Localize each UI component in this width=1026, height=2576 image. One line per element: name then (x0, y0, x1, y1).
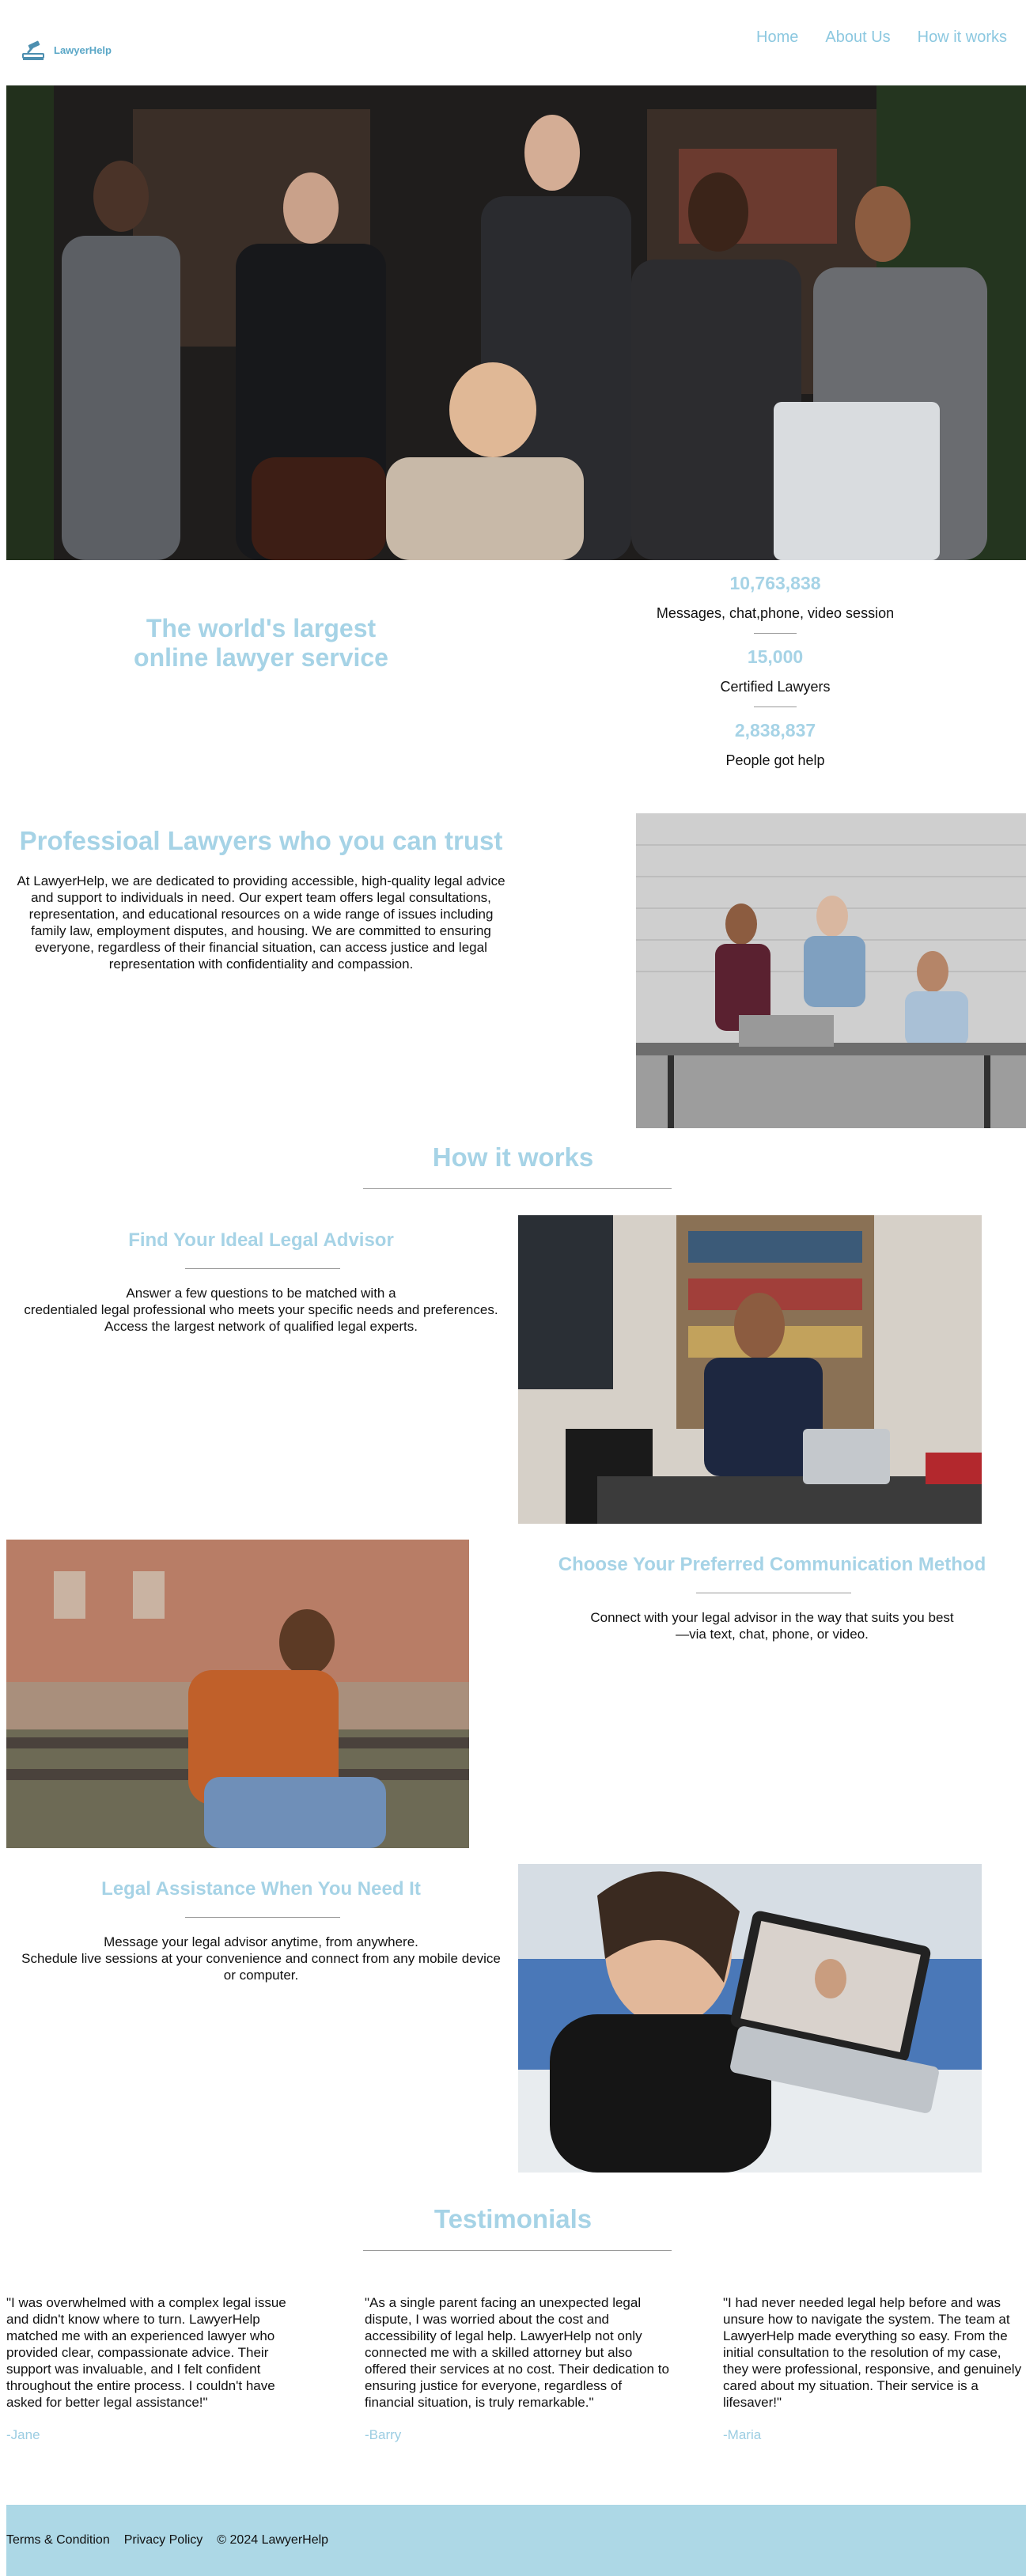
step-1-line-1: Answer a few questions to be matched wit… (126, 1286, 396, 1301)
step-1-rule (185, 1268, 340, 1269)
stat-label-helped: People got help (725, 752, 825, 768)
testimonial-author: -Barry (365, 2427, 402, 2442)
stats-block: 10,763,838 Messages, chat,phone, video s… (601, 571, 949, 769)
step-2-line-2: —via text, chat, phone, or video. (676, 1627, 869, 1642)
nav-how-it-works[interactable]: How it works (918, 28, 1007, 47)
step-1-line-2: credentialed legal professional who meet… (24, 1302, 498, 1317)
testimonial-author: -Jane (6, 2427, 40, 2442)
testimonial-quote: "I was overwhelmed with a complex legal … (6, 2295, 286, 2410)
logo[interactable]: LawyerHelp (21, 36, 112, 63)
step-1-text: Answer a few questions to be matched wit… (0, 1285, 522, 1335)
tagline-line-1: The world's largest (146, 614, 377, 642)
footer-terms-link[interactable]: Terms & Condition (6, 2533, 110, 2548)
footer-privacy-link[interactable]: Privacy Policy (124, 2533, 203, 2548)
man-on-bench-with-phone-photo (6, 1540, 469, 1848)
video-call-photo (518, 1864, 982, 2173)
testimonial-card: "As a single parent facing an unexpected… (365, 2294, 673, 2443)
how-it-works-rule (363, 1188, 672, 1189)
step-3-rule (185, 1917, 340, 1918)
testimonial-card: "I had never needed legal help before an… (723, 2294, 1026, 2443)
testimonials-title: Testimonials (433, 2204, 593, 2233)
about-title: Professioal Lawyers who you can trust (19, 826, 503, 855)
step-2-title: Choose Your Preferred Communication Meth… (558, 1554, 986, 1575)
stat-label-lawyers: Certified Lawyers (720, 679, 831, 695)
main-nav: Home About Us How it works (756, 28, 1007, 47)
step-3-line-3: or computer. (223, 1968, 299, 1983)
step-1-line-3: Access the largest network of qualified … (104, 1319, 418, 1334)
stat-value-lawyers: 15,000 (747, 646, 804, 667)
logo-text: LawyerHelp (54, 44, 112, 56)
step-3-line-1: Message your legal advisor anytime, from… (104, 1934, 418, 1949)
tagline-line-2: online lawyer service (134, 643, 388, 672)
about-text: At LawyerHelp, we are dedicated to provi… (17, 873, 505, 972)
tagline: The world's largest online lawyer servic… (103, 614, 419, 672)
team-of-lawyers-photo (6, 85, 1026, 560)
how-it-works-title: How it works (432, 1142, 594, 1172)
testimonial-quote: "I had never needed legal help before an… (723, 2295, 1022, 2410)
site-footer: Terms & Condition Privacy Policy © 2024 … (6, 2505, 1026, 2576)
stat-value-helped: 2,838,837 (734, 720, 816, 741)
testimonial-quote: "As a single parent facing an unexpected… (365, 2295, 669, 2410)
site-header: LawyerHelp Home About Us How it works (0, 0, 1026, 85)
testimonials-rule (363, 2250, 672, 2251)
step-3-line-2: Schedule live sessions at your convenien… (21, 1951, 501, 1966)
lawyer-on-phone-photo (518, 1215, 982, 1524)
stat-label-messages: Messages, chat,phone, video session (656, 605, 895, 621)
testimonial-author: -Maria (723, 2427, 762, 2442)
nav-home[interactable]: Home (756, 28, 798, 47)
step-3-text: Message your legal advisor anytime, from… (0, 1934, 522, 1983)
step-2-line-1: Connect with your legal advisor in the w… (590, 1610, 954, 1625)
stat-value-messages: 10,763,838 (729, 573, 821, 593)
stat-divider (754, 633, 797, 634)
step-3-title: Legal Assistance When You Need It (101, 1878, 421, 1900)
nav-about-us[interactable]: About Us (825, 28, 890, 47)
step-1-title: Find Your Ideal Legal Advisor (128, 1229, 394, 1251)
step-2-text: Connect with your legal advisor in the w… (518, 1609, 1026, 1642)
lawyers-at-desk-photo (636, 813, 1026, 1128)
testimonial-card: "I was overwhelmed with a complex legal … (6, 2294, 305, 2443)
gavel-book-icon (22, 40, 44, 60)
footer-copyright: © 2024 LawyerHelp (217, 2533, 329, 2547)
